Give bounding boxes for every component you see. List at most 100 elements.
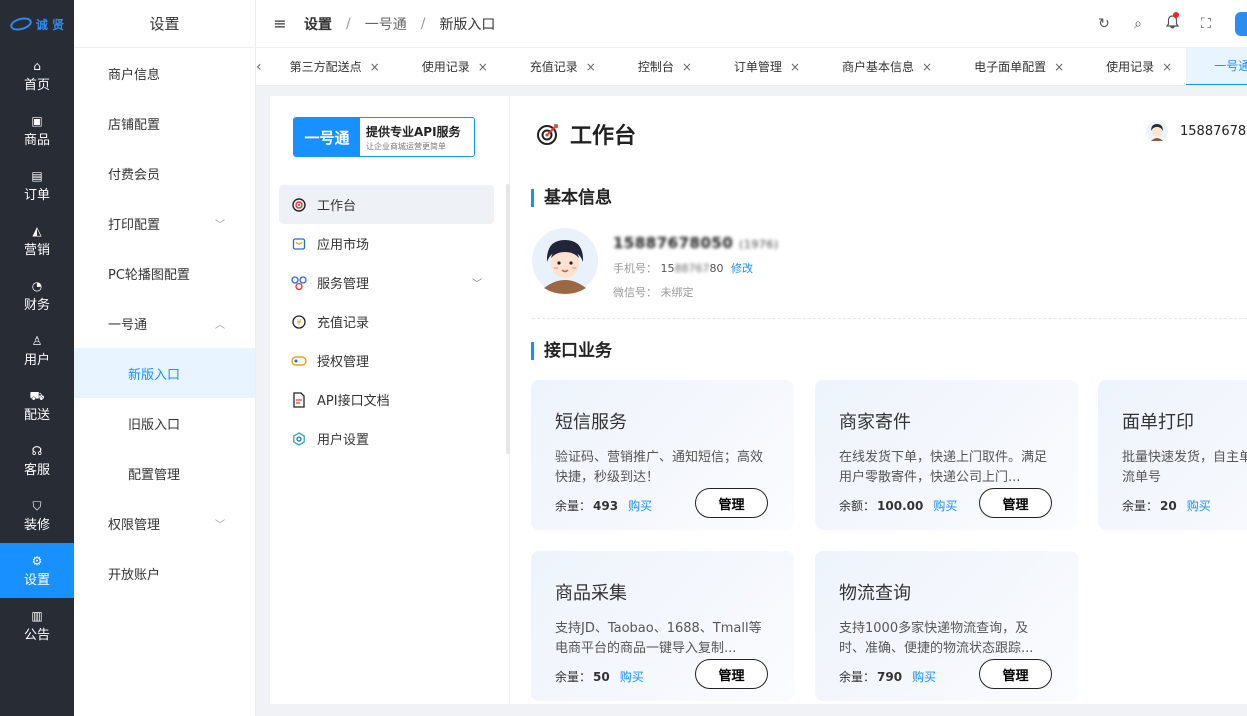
header-avatar[interactable] [1235, 12, 1247, 36]
notification-button[interactable] [1155, 12, 1189, 33]
rail-item-headset[interactable]: ☊ 客服 [0, 433, 74, 488]
svg-text:¥: ¥ [296, 318, 301, 327]
close-icon[interactable]: × [1162, 60, 1172, 74]
rail-item-label: 订单 [23, 187, 50, 203]
manage-button[interactable]: 管理 [979, 659, 1052, 689]
buy-link[interactable]: 购买 [1187, 497, 1211, 514]
service-description: 支持1000多家快递物流查询，及时、准确、便捷的物流状态跟踪... [839, 621, 1034, 656]
sidebar-item[interactable]: 配置管理 [74, 448, 255, 498]
rail-item-gear[interactable]: ⚙ 设置 [0, 543, 74, 598]
tab[interactable]: 使用记录 × [1078, 48, 1186, 85]
user-avatar-icon [1146, 120, 1168, 142]
inner-nav-item[interactable]: API接口文档 [279, 380, 494, 419]
tab[interactable]: 第三方配送点 × [262, 48, 394, 85]
sidebar-item[interactable]: 店铺配置 [74, 98, 255, 148]
service-balance: 余额： 100.00 购买 [839, 497, 957, 514]
modify-phone-link[interactable]: 修改 [731, 262, 753, 275]
inner-nav-item[interactable]: 用户设置 [279, 419, 494, 458]
rail-item-finance[interactable]: ◔ 财务 [0, 268, 74, 323]
buy-link[interactable]: 购买 [628, 497, 652, 514]
breadcrumb-item-yihaotong[interactable]: 一号通 [365, 14, 407, 34]
breadcrumb-item-settings[interactable]: 设置 [304, 14, 332, 34]
sidebar-item-label: 付费会员 [108, 167, 161, 183]
sidebar-item[interactable]: 权限管理 ﹀ [74, 498, 255, 548]
inner-nav-label: 服务管理 [317, 277, 370, 292]
sidebar-item[interactable]: 商户信息 [74, 48, 255, 98]
service-balance: 余量： 493 购买 [555, 497, 652, 514]
menu-toggle-icon[interactable]: ≡ [256, 14, 304, 33]
breadcrumb-separator: / [420, 15, 426, 32]
buy-link[interactable]: 购买 [933, 497, 957, 514]
tab[interactable]: 使用记录 × [394, 48, 502, 85]
tab[interactable]: 一号通账户× [1186, 48, 1247, 85]
balance-label: 余量： [555, 670, 592, 684]
tab[interactable]: 商户基本信息 × [814, 48, 946, 85]
rail-item-bell[interactable]: ◭ 营销 [0, 213, 74, 268]
tab-label: 使用记录 [1106, 60, 1155, 74]
manage-button[interactable]: 管理 [695, 659, 768, 689]
buy-link[interactable]: 购买 [912, 668, 936, 685]
tab[interactable]: 电子面单配置 × [946, 48, 1078, 85]
inner-nav-label: 充值记录 [317, 316, 370, 331]
inner-nav-label: 用户设置 [317, 433, 370, 448]
balance-amount: 50 [593, 669, 610, 684]
rail-item-bag[interactable]: ▣ 商品 [0, 103, 74, 158]
rail-item-label: 财务 [23, 297, 50, 313]
notification-dot [1173, 12, 1179, 18]
inner-nav-item[interactable]: 服务管理 ﹀ [279, 263, 494, 302]
inner-nav-item[interactable]: 应用市场 [279, 224, 494, 263]
rail-item-decorate[interactable]: ⛉ 装修 [0, 488, 74, 543]
rail-item-truck[interactable]: ⛟ 配送 [0, 378, 74, 433]
close-icon[interactable]: × [586, 60, 596, 74]
brand-logo[interactable]: 诚 贤 [0, 0, 74, 48]
close-icon[interactable]: × [1054, 60, 1064, 74]
search-icon[interactable]: ⌕ [1121, 16, 1155, 32]
tab-label: 第三方配送点 [289, 60, 362, 74]
rail-item-notice[interactable]: ▥ 公告 [0, 598, 74, 653]
service-card: 物流查询支持1000多家快递物流查询，及时、准确、便捷的物流状态跟踪... 余量：… [815, 551, 1078, 701]
close-icon[interactable]: × [682, 60, 692, 74]
service-title: 短信服务 [555, 412, 627, 433]
close-icon[interactable]: × [370, 60, 380, 74]
sidebar-item[interactable]: 新版入口 [74, 348, 255, 398]
rail-item-home[interactable]: ⌂ 首页 [0, 48, 74, 103]
manage-button[interactable]: 管理 [695, 488, 768, 518]
buy-link[interactable]: 购买 [620, 668, 644, 685]
rail-item-user[interactable]: ♙ 用户 [0, 323, 74, 378]
inner-nav-item[interactable]: ¥ 充值记录 [279, 302, 494, 341]
logo-text: 诚 贤 [35, 17, 65, 32]
manage-button[interactable]: 管理 [979, 488, 1052, 518]
sidebar-item[interactable]: 一号通 ︿ [74, 298, 255, 348]
tab[interactable]: 控制台 × [610, 48, 706, 85]
rail-item-order[interactable]: ▤ 订单 [0, 158, 74, 213]
yihaotong-sidebar: 一号通 提供专业API服务 让企业商城运营更简单 工作台 应用市场 服务管理 ﹀ ¥ 充值… [270, 96, 510, 704]
sidebar-item-label: 新版入口 [128, 367, 181, 383]
auth-icon [291, 353, 307, 369]
service-title: 物流查询 [839, 583, 911, 604]
balance-label: 余量： [839, 670, 876, 684]
recharge-icon: ¥ [291, 314, 307, 330]
sidebar-item[interactable]: 旧版入口 [74, 398, 255, 448]
inner-nav-item[interactable]: 工作台 [279, 185, 494, 224]
sidebar-item[interactable]: 付费会员 [74, 148, 255, 198]
sidebar-item[interactable]: 打印配置 ﹀ [74, 198, 255, 248]
refresh-icon[interactable]: ↻ [1087, 16, 1121, 32]
sidebar-item[interactable]: PC轮播图配置 [74, 248, 255, 298]
close-icon[interactable]: × [922, 60, 932, 74]
close-icon[interactable]: × [790, 60, 800, 74]
page-title: 工作台 [536, 118, 636, 150]
wechat-row: 微信号： 未绑定 [613, 286, 694, 299]
tab[interactable]: 订单管理 × [706, 48, 814, 85]
fullscreen-icon[interactable]: ⛶ [1189, 16, 1223, 32]
sidebar-item-label: 一号通 [108, 317, 148, 333]
rail-item-label: 用户 [23, 352, 50, 368]
close-icon[interactable]: × [478, 60, 488, 74]
main-nav-rail: 诚 贤 ⌂ 首页 ▣ 商品 ▤ 订单 ◭ 营销 ◔ 财务 ♙ 用户 ⛟ 配送 ☊ 客服 ⛉ 装修 ⚙ 设置 ▥ 公告 [0, 0, 74, 716]
tab[interactable]: 充值记录 × [502, 48, 610, 85]
current-user[interactable]: 158876780 [1146, 120, 1247, 142]
sidebar-item-label: 旧版入口 [128, 417, 181, 433]
inner-nav-item[interactable]: 授权管理 [279, 341, 494, 380]
balance-amount: 790 [877, 669, 903, 684]
finance-icon: ◔ [31, 278, 43, 293]
sidebar-item[interactable]: 开放账户 [74, 548, 255, 598]
